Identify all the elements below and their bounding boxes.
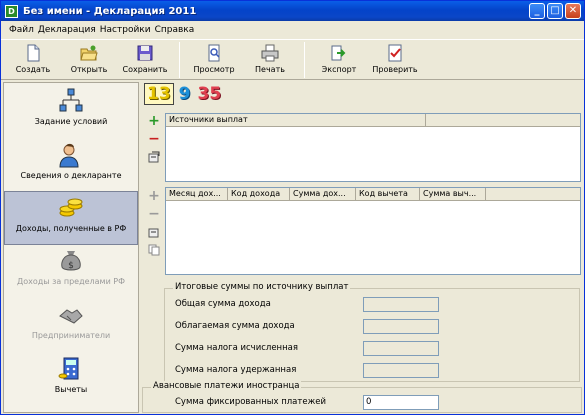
close-button[interactable]: ✕ <box>565 3 581 19</box>
tax-withheld-field <box>363 363 439 378</box>
menu-bar: Файл Декларация Настройки Справка <box>1 21 584 39</box>
hierarchy-icon <box>59 88 83 112</box>
tax-withheld-row: Сумма налога удержанная <box>165 363 579 379</box>
sidebar-item-entrepreneurs[interactable]: Предприниматели <box>4 299 138 353</box>
create-button[interactable]: Создать <box>5 40 61 80</box>
tax-withheld-label: Сумма налога удержанная <box>175 365 297 375</box>
copy-income-icon[interactable] <box>148 244 160 256</box>
remove-income-icon[interactable]: − <box>148 207 160 221</box>
rate-tab-9[interactable]: 9 <box>177 84 193 104</box>
sidebar-item-income-abroad[interactable]: $ Доходы за пределами РФ <box>4 245 138 299</box>
taxable-income-row: Облагаемая сумма дохода <box>165 319 579 335</box>
menu-help[interactable]: Справка <box>153 25 197 35</box>
taxable-income-label: Облагаемая сумма дохода <box>175 321 295 331</box>
tax-calculated-label: Сумма налога исчисленная <box>175 343 298 353</box>
tax-rate-tabs: 13 9 35 <box>144 83 223 105</box>
sources-tools: + − <box>146 114 162 163</box>
add-income-icon[interactable]: + <box>148 189 160 203</box>
toolbar: Создать Открыть Сохранить Просмотр Печат… <box>1 39 584 80</box>
total-income-label: Общая сумма дохода <box>175 299 271 309</box>
sidebar-item-declarant[interactable]: Сведения о декларанте <box>4 139 138 193</box>
open-button[interactable]: Открыть <box>61 40 117 80</box>
checklist-icon <box>388 44 402 62</box>
sources-grid[interactable]: Источники выплат <box>165 113 581 182</box>
print-button[interactable]: Печать <box>242 40 298 80</box>
svg-text:$: $ <box>68 261 74 271</box>
income-grid[interactable]: Месяц дох... Код дохода Сумма дох... Код… <box>165 187 581 275</box>
menu-file[interactable]: Файл <box>7 25 36 35</box>
export-icon <box>331 45 346 61</box>
add-source-icon[interactable]: + <box>148 114 160 128</box>
content-panel: 13 9 35 + − Источники выплат + − Месяц д… <box>142 82 584 413</box>
advance-payments-group: Авансовые платежи иностранца Сумма фикси… <box>142 381 582 413</box>
calculator-icon <box>58 357 79 380</box>
remove-source-icon[interactable]: − <box>148 132 160 146</box>
tax-calculated-field <box>363 341 439 356</box>
coins-icon <box>59 198 83 217</box>
app-window: D Без имени - Декларация 2011 _ □ ✕ Файл… <box>0 0 585 415</box>
menu-declaration[interactable]: Декларация <box>36 25 98 35</box>
toolbar-separator <box>304 42 305 78</box>
edit-source-icon[interactable] <box>148 151 160 163</box>
fixed-payments-label: Сумма фиксированных платежей <box>175 397 326 407</box>
column-header-deduction-code[interactable]: Код вычета <box>356 188 420 200</box>
column-header-deduction-sum[interactable]: Сумма выч... <box>420 188 486 200</box>
sidebar-item-conditions[interactable]: Задание условий <box>4 85 138 139</box>
print-preview-icon <box>208 44 220 62</box>
preview-button[interactable]: Просмотр <box>186 40 242 80</box>
title-bar[interactable]: D Без имени - Декларация 2011 _ □ ✕ <box>1 1 584 21</box>
printer-icon <box>261 44 279 62</box>
open-folder-icon <box>80 45 98 61</box>
edit-income-icon[interactable] <box>148 226 160 238</box>
income-grid-header: Месяц дох... Код дохода Сумма дох... Код… <box>166 188 580 201</box>
app-icon: D <box>5 4 18 18</box>
sidebar: Задание условий Сведения о декларанте До… <box>3 82 139 413</box>
column-header-income-sum[interactable]: Сумма дох... <box>290 188 356 200</box>
sidebar-item-income-rf[interactable]: Доходы, полученные в РФ <box>4 191 138 245</box>
money-bag-icon: $ <box>61 251 81 271</box>
income-tools: + − <box>146 189 162 256</box>
floppy-disk-icon <box>137 45 153 61</box>
fixed-payments-input[interactable]: 0 <box>363 395 439 410</box>
sidebar-item-deductions[interactable]: Вычеты <box>4 353 138 407</box>
person-icon <box>59 143 79 168</box>
advance-legend: Авансовые платежи иностранца <box>151 381 302 391</box>
column-header-income-code[interactable]: Код дохода <box>228 188 290 200</box>
menu-settings[interactable]: Настройки <box>98 25 153 35</box>
rate-tab-13[interactable]: 13 <box>144 83 174 105</box>
taxable-income-field <box>363 319 439 334</box>
total-income-row: Общая сумма дохода <box>165 297 579 313</box>
export-button[interactable]: Экспорт <box>311 40 367 80</box>
toolbar-separator <box>179 42 180 78</box>
window-title: Без имени - Декларация 2011 <box>23 5 197 17</box>
check-button[interactable]: Проверить <box>367 40 423 80</box>
new-document-icon <box>27 44 40 62</box>
rate-tab-35[interactable]: 35 <box>196 84 224 104</box>
minimize-button[interactable]: _ <box>529 3 545 19</box>
column-header-sources[interactable]: Источники выплат <box>166 114 426 126</box>
fixed-payments-row: Сумма фиксированных платежей 0 <box>143 395 581 411</box>
totals-legend: Итоговые суммы по источнику выплат <box>173 282 351 292</box>
column-header-income-month[interactable]: Месяц дох... <box>166 188 228 200</box>
save-button[interactable]: Сохранить <box>117 40 173 80</box>
maximize-button[interactable]: □ <box>547 3 563 19</box>
tax-calculated-row: Сумма налога исчисленная <box>165 341 579 357</box>
handshake-icon <box>59 309 83 324</box>
sources-grid-header: Источники выплат <box>166 114 580 127</box>
total-income-field <box>363 297 439 312</box>
totals-group: Итоговые суммы по источнику выплат Общая… <box>164 282 580 382</box>
